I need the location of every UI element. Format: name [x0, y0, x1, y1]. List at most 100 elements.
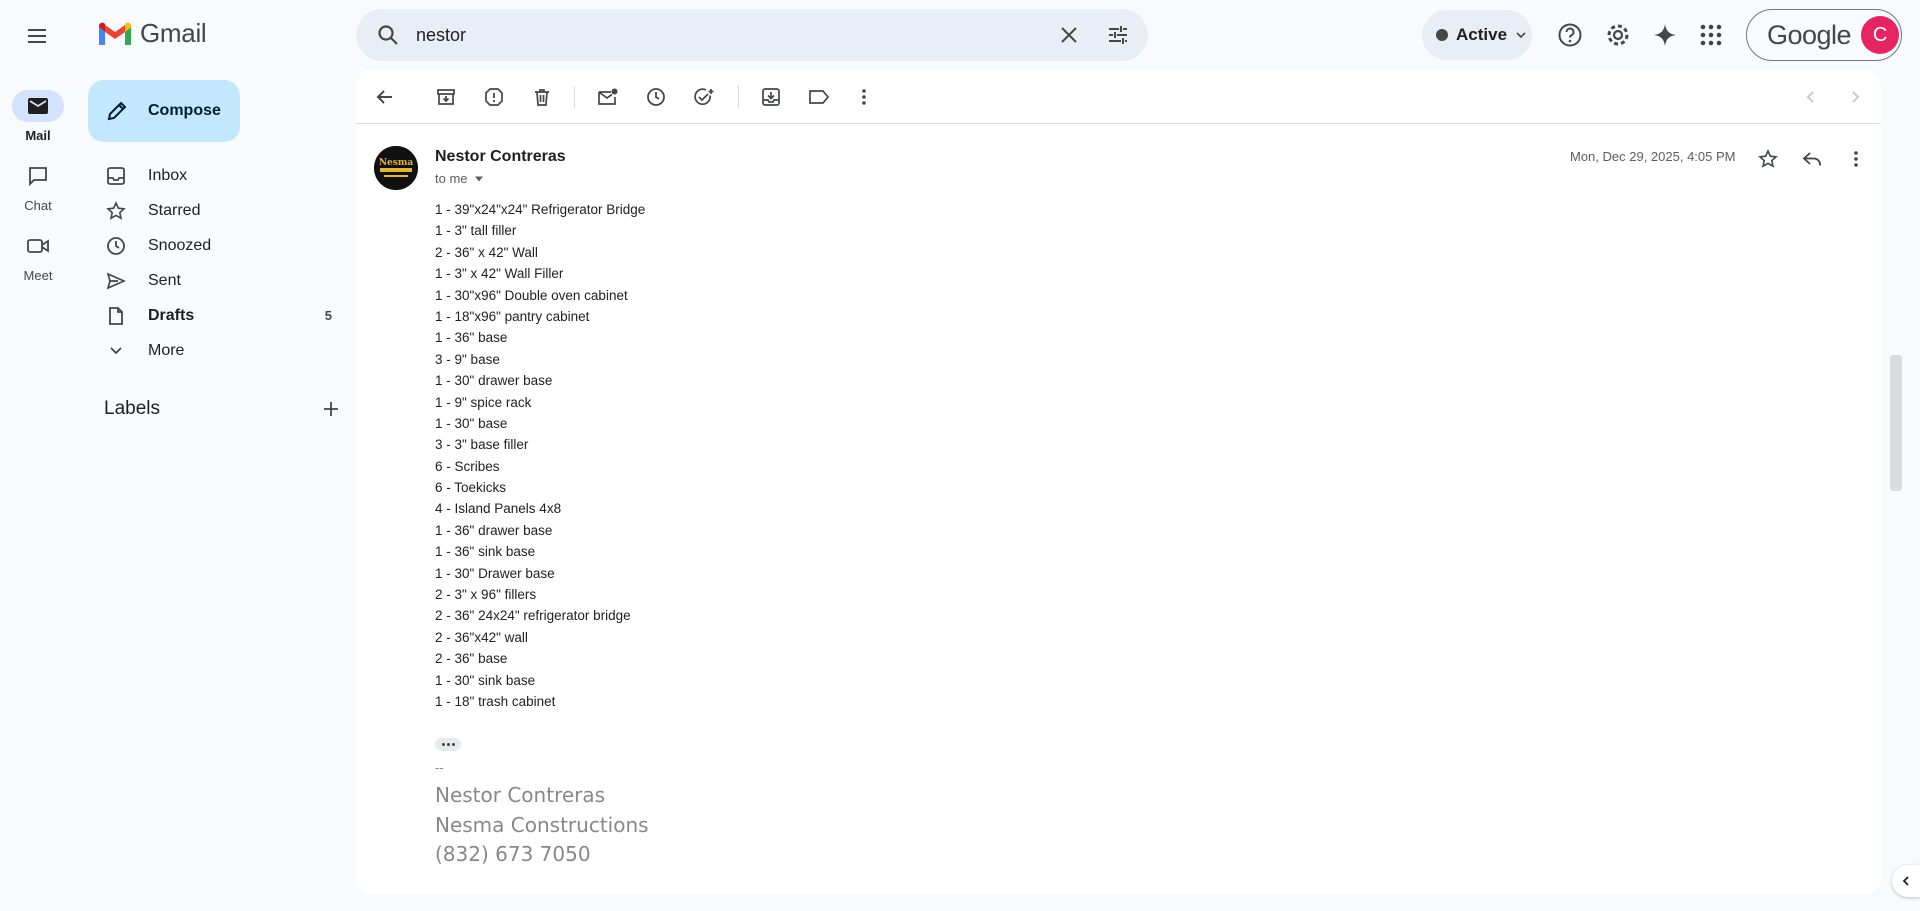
clock-icon: [646, 87, 666, 107]
side-panel-toggle[interactable]: [1892, 865, 1920, 897]
more-vert-icon: [1853, 150, 1859, 168]
body-line: 1 - 30" base: [435, 415, 508, 431]
report-spam-button[interactable]: [474, 77, 514, 117]
main-menu-button[interactable]: [16, 15, 58, 57]
close-icon: [1059, 25, 1079, 45]
nav-item-inbox[interactable]: Inbox: [88, 158, 340, 193]
add-to-tasks-button[interactable]: [684, 77, 724, 117]
status-chip[interactable]: Active: [1422, 10, 1532, 60]
body-line: 1 - 30"x96" Double oven cabinet: [435, 287, 628, 303]
star-icon: [106, 200, 126, 221]
inbox-icon: [106, 166, 126, 186]
archive-icon: [436, 87, 456, 107]
nav-item-snoozed[interactable]: Snoozed: [88, 228, 340, 263]
message-body: 1 - 39"x24"x24" Refrigerator Bridge 1 - 3…: [435, 199, 1135, 712]
search-input[interactable]: [416, 21, 996, 49]
move-to-button[interactable]: [751, 77, 791, 117]
apps-button[interactable]: [1691, 15, 1731, 55]
back-button[interactable]: [365, 77, 405, 117]
recipient-details[interactable]: to me: [435, 171, 484, 186]
archive-button[interactable]: [426, 77, 466, 117]
search-icon[interactable]: [374, 21, 402, 49]
signature-phone: (832) 673 7050: [435, 842, 591, 866]
signature-name: Nestor Contreras: [435, 783, 606, 807]
help-icon: [1557, 22, 1583, 48]
chevron-down-icon: [1515, 29, 1527, 41]
mark-unread-icon: [597, 87, 619, 107]
body-line: 3 - 9" base: [435, 351, 500, 367]
gmail-m-icon: [98, 21, 132, 47]
more-vert-icon: [861, 88, 867, 106]
body-line: 1 - 3" tall filler: [435, 223, 517, 239]
nav-item-more[interactable]: More: [88, 333, 340, 368]
rail-item-meet[interactable]: Meet: [0, 230, 76, 283]
toolbar-divider: [738, 86, 739, 108]
mail-icon: [28, 98, 48, 114]
search-bar[interactable]: [356, 9, 1148, 61]
rail-item-chat[interactable]: Chat: [0, 160, 76, 213]
show-trimmed-content-button[interactable]: [435, 738, 461, 751]
nav-item-drafts[interactable]: Drafts 5: [88, 298, 340, 333]
message-pane: Nesma Nestor Contreras to me Mon, Dec 29…: [356, 70, 1881, 894]
account-button[interactable]: Google C: [1746, 9, 1902, 61]
nav-label-starred: Starred: [148, 201, 201, 219]
draft-file-icon: [106, 306, 126, 326]
star-button[interactable]: [1748, 139, 1788, 179]
gemini-button[interactable]: [1645, 15, 1685, 55]
google-wordmark: Google: [1767, 19, 1852, 50]
rail-pill-meet: [12, 230, 64, 262]
sender-name[interactable]: Nestor Contreras: [435, 148, 566, 166]
message-date: Mon, Dec 29, 2025, 4:05 PM: [1570, 149, 1736, 164]
rail-item-mail[interactable]: Mail: [0, 90, 76, 143]
mark-unread-button[interactable]: [588, 77, 628, 117]
pencil-icon: [106, 100, 128, 122]
snooze-button[interactable]: [636, 77, 676, 117]
ellipsis-dot: [441, 743, 445, 746]
more-actions-button[interactable]: [844, 77, 884, 117]
body-line: 1 - 36" sink base: [435, 544, 536, 560]
status-dot: [1436, 29, 1448, 41]
body-line: 2 - 3" x 96" fillers: [435, 587, 537, 603]
older-button[interactable]: [1835, 77, 1875, 117]
gemini-sparkle-icon: [1652, 22, 1678, 48]
clock-icon: [106, 236, 126, 256]
chevron-right-icon: [1848, 90, 1862, 104]
caret-down-icon: [474, 175, 484, 183]
scrollbar-thumb[interactable]: [1890, 355, 1902, 491]
newer-button[interactable]: [1791, 77, 1831, 117]
chat-icon: [28, 166, 48, 186]
tune-icon: [1106, 23, 1130, 47]
reply-icon: [1802, 150, 1822, 168]
body-line: 1 - 30" drawer base: [435, 373, 553, 389]
body-line: 1 - 3" x 42" Wall Filler: [435, 266, 564, 282]
nav-item-starred[interactable]: Starred: [88, 193, 340, 228]
mail-nav: Inbox Starred Snoozed Sent Drafts 5 More: [88, 158, 340, 368]
search-options-button[interactable]: [1098, 15, 1138, 55]
send-icon: [106, 271, 126, 291]
settings-button[interactable]: [1598, 15, 1638, 55]
compose-label: Compose: [148, 102, 221, 119]
rail-label-mail: Mail: [25, 128, 51, 143]
sender-avatar[interactable]: Nesma: [374, 146, 418, 190]
nav-label-sent: Sent: [148, 271, 181, 289]
labels-button[interactable]: [799, 77, 839, 117]
add-label-icon[interactable]: [322, 400, 340, 418]
delete-button[interactable]: [522, 77, 562, 117]
body-line: 1 - 18" trash cabinet: [435, 693, 556, 709]
nav-item-sent[interactable]: Sent: [88, 263, 340, 298]
compose-button[interactable]: Compose: [88, 80, 240, 142]
body-line: 2 - 36" 24x24" refrigerator bridge: [435, 608, 631, 624]
body-line: 2 - 36" base: [435, 651, 508, 667]
arrow-back-icon: [375, 87, 395, 107]
clear-search-button[interactable]: [1049, 15, 1089, 55]
body-line: 1 - 18"x96" pantry cabinet: [435, 308, 590, 324]
body-line: 1 - 9" spice rack: [435, 394, 532, 410]
message-more-button[interactable]: [1836, 139, 1876, 179]
body-line: 3 - 3" base filler: [435, 437, 529, 453]
body-line: 6 - Scribes: [435, 458, 500, 474]
support-button[interactable]: [1550, 15, 1590, 55]
reply-button[interactable]: [1792, 139, 1832, 179]
ellipsis-dot: [451, 743, 455, 746]
message-toolbar: [356, 70, 1881, 124]
gmail-logo[interactable]: Gmail: [98, 18, 207, 49]
